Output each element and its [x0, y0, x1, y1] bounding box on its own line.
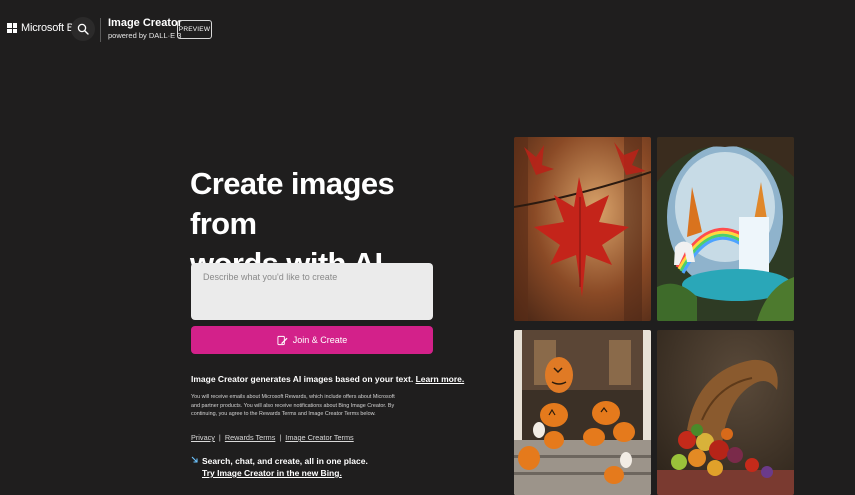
maple-leaf-image[interactable]: [514, 137, 651, 321]
new-bing-promo: Search, chat, and create, all in one pla…: [191, 455, 368, 479]
privacy-link[interactable]: Privacy: [191, 433, 215, 442]
waterfall-unicorn-image[interactable]: [657, 137, 794, 321]
preview-badge: PREVIEW: [177, 20, 212, 39]
link-separator: |: [279, 433, 282, 442]
link-separator: |: [218, 433, 221, 442]
info-text: Image Creator generates AI images based …: [191, 374, 464, 384]
search-button[interactable]: [71, 17, 95, 41]
image-creator-terms-link[interactable]: Image Creator Terms: [285, 433, 353, 442]
title-line-1: Create images from: [190, 166, 395, 241]
info-description: Image Creator generates AI images based …: [191, 374, 414, 384]
join-create-label: Join & Create: [292, 335, 348, 345]
product-title: Image Creator: [108, 17, 182, 29]
search-icon: [77, 23, 89, 35]
try-new-bing-link[interactable]: Try Image Creator in the new Bing.: [202, 467, 368, 479]
rewards-terms-link[interactable]: Rewards Terms: [225, 433, 276, 442]
product-name[interactable]: Image Creator powered by DALL·E 3: [108, 17, 182, 42]
promo-headline: Search, chat, and create, all in one pla…: [202, 456, 368, 466]
microsoft-grid-icon: [7, 23, 17, 33]
fine-print: You will receive emails about Microsoft …: [191, 394, 395, 417]
join-create-button[interactable]: Join & Create: [191, 326, 433, 354]
arrow-icon: [191, 456, 198, 463]
legal-links: Privacy | Rewards Terms | Image Creator …: [191, 433, 354, 442]
cornucopia-image[interactable]: [657, 330, 794, 495]
learn-more-link[interactable]: Learn more.: [416, 374, 465, 384]
pumpkin-porch-image[interactable]: [514, 330, 651, 495]
prompt-input[interactable]: [191, 263, 433, 320]
pen-edit-icon: [277, 335, 288, 345]
product-subtitle: powered by DALL·E 3: [108, 31, 182, 40]
header-divider: [100, 18, 101, 42]
